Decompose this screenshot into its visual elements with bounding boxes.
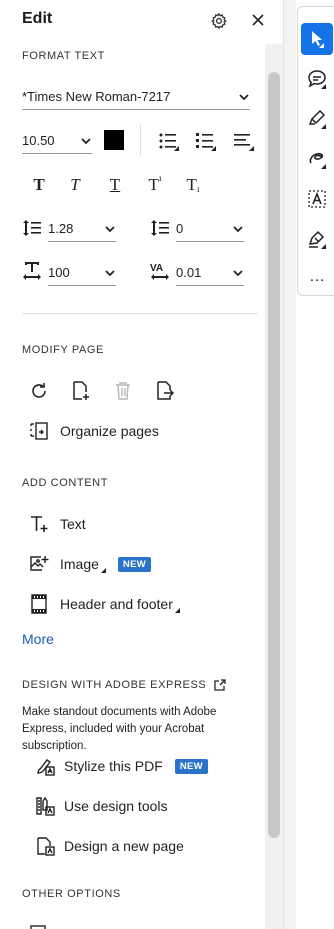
horizontal-scale-icon	[22, 260, 42, 282]
edit-panel: Edit FORMAT TEXT *Times New Roman-7217 1…	[0, 0, 283, 929]
select-tool-button[interactable]	[301, 23, 333, 55]
new-badge: NEW	[117, 556, 151, 572]
chevron-down-icon	[105, 269, 115, 276]
design-tools-icon	[34, 795, 56, 817]
flyout-indicator-icon	[100, 567, 106, 573]
paragraph-spacing-dropdown[interactable]: 0	[176, 216, 244, 242]
add-image-icon	[28, 553, 50, 575]
text-box-tool-button[interactable]	[301, 183, 333, 215]
header-footer-icon	[28, 593, 50, 615]
scrollbar-thumb[interactable]	[268, 72, 280, 838]
organize-pages-icon	[28, 420, 50, 442]
design-new-page-button[interactable]: Design a new page	[34, 835, 184, 857]
bold-icon[interactable]: T	[28, 175, 50, 195]
character-spacing-dropdown[interactable]: 0.01	[176, 260, 244, 286]
modify-page-label: MODIFY PAGE	[22, 344, 104, 356]
external-link-icon[interactable]	[214, 679, 226, 691]
draw-tool-button[interactable]	[301, 143, 333, 175]
horizontal-scale-dropdown[interactable]: 100	[48, 260, 116, 286]
font-size-value: 10.50	[22, 133, 55, 148]
use-design-tools-label: Use design tools	[64, 798, 168, 814]
fill-sign-pen-icon	[308, 230, 326, 249]
horizontal-scale-value: 100	[48, 265, 70, 280]
chevron-down-icon	[239, 93, 249, 100]
stylize-pdf-label: Stylize this PDF	[64, 758, 163, 774]
add-content-label: ADD CONTENT	[22, 477, 109, 489]
use-design-tools-button[interactable]: Use design tools	[34, 795, 168, 817]
more-tools-button[interactable]: …	[301, 261, 333, 293]
settings-gear-icon[interactable]	[208, 10, 230, 32]
stylize-icon	[34, 755, 56, 777]
other-options-label: OTHER OPTIONS	[22, 888, 121, 900]
other-option-icon[interactable]	[28, 922, 50, 929]
new-badge: NEW	[174, 758, 208, 774]
delete-page-icon	[112, 380, 134, 402]
design-new-page-label: Design a new page	[64, 838, 184, 854]
header-footer-label: Header and footer	[60, 596, 173, 612]
add-text-button[interactable]: Text	[28, 513, 86, 535]
design-new-page-icon	[34, 835, 56, 857]
font-family-dropdown[interactable]: *Times New Roman-7217	[22, 84, 250, 110]
format-text-label: FORMAT TEXT	[22, 50, 105, 62]
font-size-dropdown[interactable]: 10.50	[22, 128, 92, 154]
quick-tools-toolbar: …	[297, 6, 334, 296]
character-spacing-value: 0.01	[176, 265, 202, 280]
chevron-down-icon	[233, 225, 243, 232]
chevron-down-icon	[105, 225, 115, 232]
add-image-label: Image	[60, 556, 99, 572]
comment-icon	[308, 70, 326, 89]
organize-pages-label: Organize pages	[60, 423, 159, 439]
line-spacing-dropdown[interactable]: 1.28	[48, 216, 116, 242]
svg-text:VA: VA	[150, 263, 163, 274]
line-spacing-icon	[22, 218, 42, 238]
design-with-express-header: DESIGN WITH ADOBE EXPRESS	[22, 679, 226, 691]
add-text-icon	[28, 513, 50, 535]
paragraph-spacing-value: 0	[176, 221, 184, 236]
italic-icon[interactable]: T	[64, 175, 86, 195]
character-spacing-icon: VA	[150, 260, 170, 282]
stylize-pdf-button[interactable]: Stylize this PDF NEW	[34, 755, 208, 777]
highlighter-icon	[308, 109, 326, 129]
express-description: Make standout documents with Adobe Expre…	[22, 706, 217, 752]
panel-gutter	[283, 0, 296, 929]
more-link[interactable]: More	[22, 631, 54, 647]
numbered-list-icon[interactable]	[194, 130, 218, 152]
subscript-icon[interactable]: Tı	[182, 175, 204, 195]
close-icon[interactable]	[248, 10, 268, 30]
superscript-icon[interactable]: Tı	[144, 173, 166, 195]
freehand-draw-icon	[309, 153, 326, 169]
text-box-icon	[308, 190, 326, 208]
bullet-list-icon[interactable]	[157, 130, 181, 152]
paragraph-spacing-icon	[150, 218, 170, 238]
rotate-page-icon[interactable]	[28, 380, 50, 402]
header-footer-button[interactable]: Header and footer	[28, 593, 180, 615]
insert-page-icon[interactable]	[70, 380, 92, 402]
line-spacing-value: 1.28	[48, 221, 74, 236]
divider	[22, 313, 258, 314]
comment-tool-button[interactable]	[301, 63, 333, 95]
flyout-indicator-icon	[174, 607, 180, 613]
sign-tool-button[interactable]	[301, 223, 333, 255]
text-align-icon[interactable]	[232, 130, 256, 152]
panel-title: Edit	[22, 10, 53, 27]
font-family-value: *Times New Roman-7217	[22, 89, 171, 104]
chevron-down-icon	[81, 137, 91, 144]
select-arrow-icon	[312, 31, 324, 48]
underline-icon[interactable]: T	[104, 175, 126, 195]
highlight-tool-button[interactable]	[301, 103, 333, 135]
organize-pages-button[interactable]: Organize pages	[28, 420, 159, 442]
chevron-down-icon	[233, 269, 243, 276]
divider	[140, 125, 141, 155]
extract-page-icon[interactable]	[154, 380, 176, 402]
design-with-express-label: DESIGN WITH ADOBE EXPRESS	[22, 679, 207, 691]
add-image-button[interactable]: Image NEW	[28, 553, 151, 575]
add-text-label: Text	[60, 516, 86, 532]
text-color-swatch[interactable]	[104, 130, 124, 150]
